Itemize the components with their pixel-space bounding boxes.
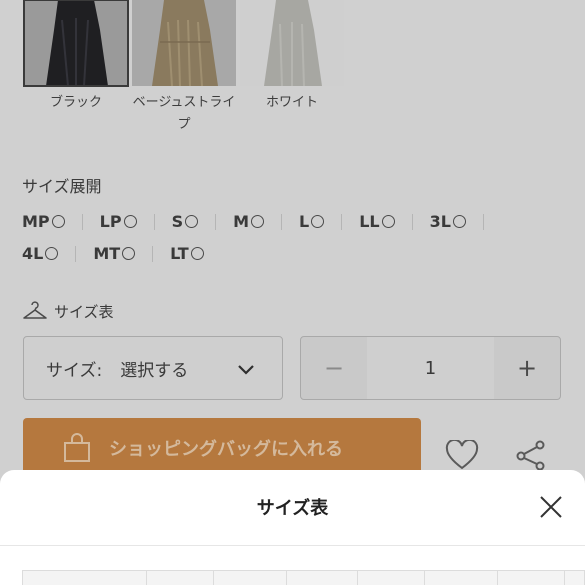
divider: [0, 545, 585, 546]
chevron-down-icon: [238, 365, 254, 375]
table-cell: [425, 571, 498, 585]
share-icon[interactable]: [515, 440, 547, 470]
available-circle-icon: [251, 215, 265, 228]
size-chart-modal: サイズ表: [0, 470, 585, 585]
hanger-icon: [23, 301, 47, 319]
table-cell: [358, 571, 425, 585]
size-item: 3L: [430, 212, 466, 231]
swatch-label-white: ホワイト: [265, 95, 318, 110]
available-circle-icon: [185, 215, 199, 228]
size-item: M: [233, 212, 265, 231]
size-chart-link[interactable]: サイズ表: [22, 300, 114, 322]
divider: [152, 245, 154, 262]
available-circle-icon: [122, 247, 136, 260]
available-circle-icon: [45, 247, 59, 260]
table-cell: [23, 571, 147, 585]
dress-beige-image: [132, 0, 236, 86]
divider: [153, 213, 155, 230]
size-item: MP: [22, 212, 65, 231]
available-circle-icon: [190, 247, 204, 260]
decrement-button[interactable]: −: [301, 337, 367, 399]
swatch-beige-stripe[interactable]: [132, 0, 236, 86]
size-label: M: [233, 212, 250, 231]
size-row-1: MP LP S M L LL 3L: [22, 212, 501, 231]
size-item: MT: [93, 244, 136, 263]
shopping-bag-icon: [64, 433, 90, 462]
size-table: [22, 570, 585, 585]
size-item: LP: [100, 212, 137, 231]
size-label: MP: [22, 212, 50, 231]
add-to-bag-button[interactable]: ショッピングバッグに入れる: [23, 418, 421, 478]
size-row-2: 4L MT LT: [22, 244, 204, 263]
quantity-stepper: − 1 +: [300, 336, 561, 400]
size-chart-label: サイズ表: [54, 302, 114, 321]
size-label: L: [299, 212, 310, 231]
size-label: LP: [99, 212, 122, 231]
divider: [411, 213, 413, 230]
size-label: 3L: [429, 212, 451, 231]
size-label: 4L: [22, 244, 44, 263]
divider: [482, 213, 484, 230]
size-select-label: サイズ:: [46, 360, 103, 381]
table-cell: [498, 571, 565, 585]
table-cell: [287, 571, 358, 585]
size-label: LL: [359, 212, 380, 231]
table-cell: [214, 571, 287, 585]
divider: [215, 213, 217, 230]
swatch-black[interactable]: [23, 0, 129, 87]
swatch-label-black: ブラック: [49, 95, 102, 110]
size-item: 4L: [22, 244, 59, 263]
size-label: S: [171, 212, 184, 231]
size-item: L: [299, 212, 325, 231]
divider: [75, 245, 77, 262]
size-range-title: サイズ展開: [22, 177, 102, 196]
size-select-value: 選択する: [120, 360, 189, 381]
close-icon[interactable]: [539, 495, 563, 519]
heart-icon[interactable]: [445, 440, 479, 470]
available-circle-icon: [452, 215, 466, 228]
quantity-value: 1: [367, 337, 494, 399]
dress-white-image: [240, 0, 344, 86]
available-circle-icon: [123, 215, 137, 228]
size-item: S: [172, 212, 199, 231]
size-label: LT: [170, 244, 189, 263]
swatch-white[interactable]: [240, 0, 344, 86]
available-circle-icon: [51, 215, 65, 228]
size-item: LT: [170, 244, 204, 263]
divider: [341, 213, 343, 230]
increment-button[interactable]: +: [494, 337, 560, 399]
modal-title: サイズ表: [256, 498, 329, 519]
table-cell: [147, 571, 214, 585]
size-label: MT: [93, 244, 121, 263]
dress-black-image: [24, 0, 128, 86]
swatch-label-beige: ベージュストライプ: [132, 95, 236, 132]
available-circle-icon: [311, 215, 325, 228]
divider: [281, 213, 283, 230]
size-select[interactable]: サイズ: 選択する: [23, 336, 283, 400]
size-item: LL: [359, 212, 395, 231]
available-circle-icon: [381, 215, 395, 228]
divider: [81, 213, 83, 230]
add-to-bag-label: ショッピングバッグに入れる: [109, 439, 343, 460]
